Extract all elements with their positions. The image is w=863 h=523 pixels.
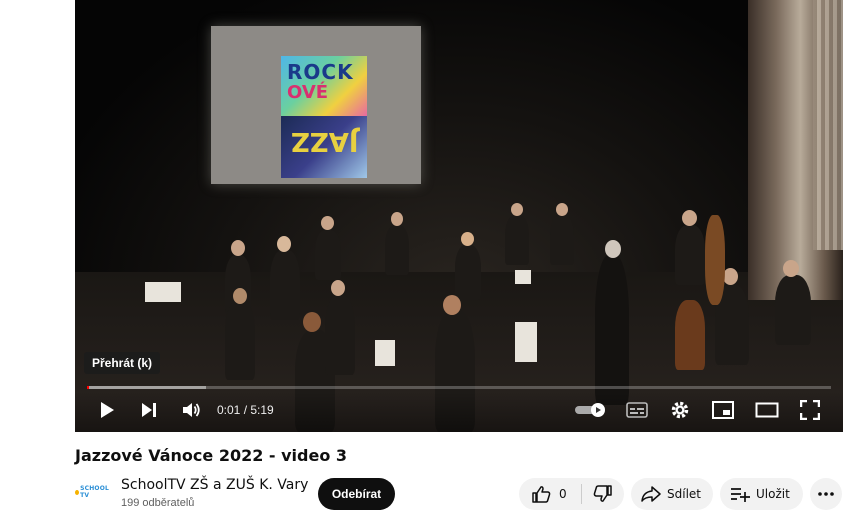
- dislike-button[interactable]: [582, 478, 624, 510]
- next-button[interactable]: [137, 398, 161, 422]
- time-display: 0:01 / 5:19: [217, 403, 274, 417]
- save-label: Uložit: [756, 487, 790, 501]
- projector-screen: ROCK OVÉ JAZZ: [211, 26, 421, 184]
- fullscreen-icon: [800, 400, 820, 420]
- player-controls: 0:01 / 5:19: [75, 392, 843, 432]
- channel-logo-text: SCHOOL TV: [80, 485, 110, 499]
- volume-button[interactable]: [179, 398, 203, 422]
- share-icon: [641, 486, 661, 502]
- autoplay-toggle[interactable]: [573, 398, 609, 422]
- like-dislike-group: 0: [519, 478, 624, 510]
- more-icon: [818, 492, 834, 496]
- settings-icon: [671, 401, 689, 419]
- time-current: 0:01: [217, 403, 241, 417]
- thumbs-down-icon: [593, 485, 612, 502]
- video-player[interactable]: ROCK OVÉ JAZZ Přehrát (k) 0:01 / 5:19: [75, 0, 843, 432]
- save-button[interactable]: Uložit: [720, 478, 803, 510]
- settings-button[interactable]: [668, 398, 692, 422]
- channel-avatar[interactable]: SCHOOL TV: [75, 482, 113, 502]
- miniplayer-button[interactable]: [711, 398, 735, 422]
- volume-icon: [183, 403, 200, 417]
- time-separator: /: [240, 403, 251, 417]
- more-actions-button[interactable]: [810, 478, 842, 510]
- video-frame[interactable]: ROCK OVÉ JAZZ: [75, 0, 843, 432]
- time-total: 5:19: [250, 403, 274, 417]
- subscriber-count: 199 odběratelů: [121, 497, 195, 509]
- play-tooltip: Přehrát (k): [84, 352, 161, 374]
- stage-column: [813, 0, 843, 250]
- channel-name[interactable]: SchoolTV ZŠ a ZUŠ K. Vary: [121, 477, 308, 493]
- progress-bar[interactable]: [87, 386, 831, 389]
- subtitles-icon: [626, 402, 648, 418]
- watch-page: ROCK OVÉ JAZZ Přehrát (k) 0:01 / 5:19 Ja…: [0, 0, 863, 523]
- subscribe-button[interactable]: Odebírat: [318, 478, 395, 510]
- next-icon: [142, 403, 156, 417]
- subtitles-button[interactable]: [625, 398, 649, 422]
- theater-icon: [755, 402, 779, 418]
- like-button[interactable]: 0: [519, 478, 581, 510]
- progress-buffered: [87, 386, 207, 389]
- like-count: 0: [559, 487, 567, 501]
- play-icon: [101, 402, 114, 418]
- thumbs-up-icon: [532, 486, 551, 503]
- theater-button[interactable]: [754, 398, 780, 422]
- fullscreen-button[interactable]: [798, 398, 822, 422]
- autoplay-toggle-icon: [575, 403, 605, 417]
- miniplayer-icon: [712, 401, 734, 419]
- video-title: Jazzové Vánoce 2022 - video 3: [75, 446, 348, 465]
- progress-played: [87, 386, 90, 389]
- concert-poster: ROCK OVÉ JAZZ: [281, 56, 367, 178]
- play-button[interactable]: [95, 398, 119, 422]
- share-label: Sdílet: [667, 487, 701, 501]
- share-button[interactable]: Sdílet: [631, 478, 713, 510]
- playlist-add-icon: [731, 488, 750, 502]
